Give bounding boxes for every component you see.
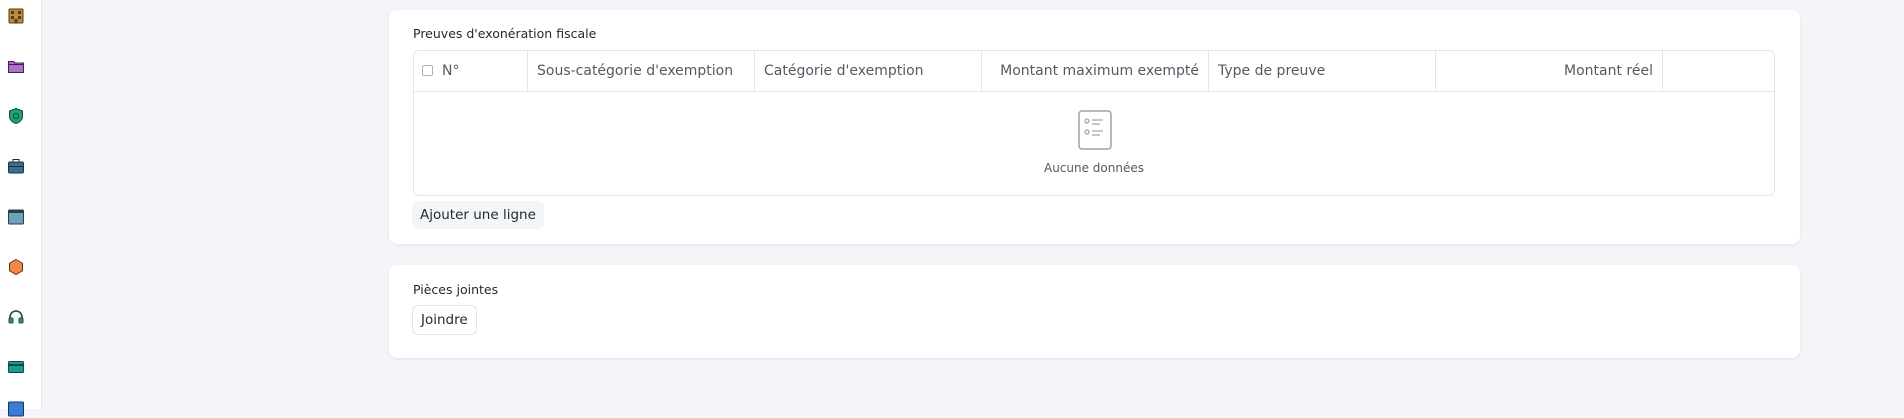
table-header: N° Sous-catégorie d'exemption Catégorie …: [414, 51, 1774, 92]
attachments-section: Pièces jointes Joindre: [389, 265, 1800, 358]
section-title: Pièces jointes: [413, 282, 499, 297]
add-row-button[interactable]: Ajouter une ligne: [412, 201, 544, 229]
column-header-actions: [1663, 51, 1774, 91]
column-header-max-amount: Montant maximum exempté: [982, 51, 1209, 91]
attach-button[interactable]: Joindre: [412, 305, 477, 335]
sidebar: [0, 0, 42, 417]
folder-icon[interactable]: [7, 57, 25, 75]
briefcase-icon[interactable]: [7, 157, 25, 175]
section-title: Preuves d'exonération fiscale: [413, 26, 597, 41]
column-header-sub-category: Sous-catégorie d'exemption: [528, 51, 755, 91]
app-icon[interactable]: [7, 400, 25, 418]
building-icon[interactable]: [7, 6, 25, 24]
column-header-proof-type: Type de preuve: [1209, 51, 1436, 91]
select-all-checkbox[interactable]: [422, 65, 433, 76]
card-icon[interactable]: [7, 358, 25, 376]
exemption-proofs-section: Preuves d'exonération fiscale N° Sous-ca…: [389, 10, 1800, 244]
column-header-actual-amount: Montant réel: [1436, 51, 1663, 91]
column-header-category: Catégorie d'exemption: [755, 51, 982, 91]
hexagon-icon[interactable]: [7, 258, 25, 276]
column-header-index: N°: [414, 51, 528, 91]
headset-icon[interactable]: [7, 308, 25, 326]
empty-state-text: Aucune données: [1043, 161, 1144, 175]
empty-list-icon: [1078, 110, 1112, 150]
shield-icon[interactable]: [7, 107, 25, 125]
empty-state: Aucune données: [414, 92, 1774, 196]
exemption-proofs-table: N° Sous-catégorie d'exemption Catégorie …: [413, 50, 1775, 196]
window-icon[interactable]: [7, 208, 25, 226]
